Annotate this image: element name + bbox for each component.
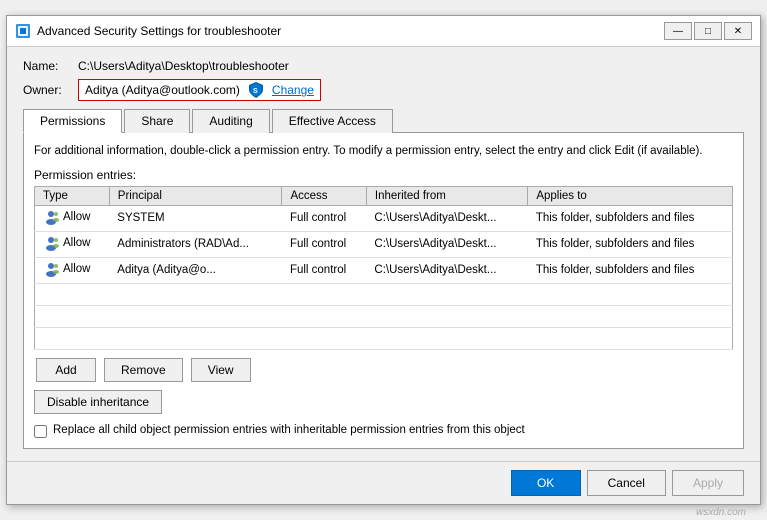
cell-principal: SYSTEM — [109, 205, 282, 231]
owner-label: Owner: — [23, 83, 78, 97]
col-applies-to: Applies to — [528, 186, 733, 205]
table-row[interactable]: Allow Aditya (Aditya@o...Full controlC:\… — [35, 257, 733, 283]
col-inherited-from: Inherited from — [366, 186, 527, 205]
maximize-button[interactable]: □ — [694, 22, 722, 40]
shield-icon: S — [248, 82, 264, 98]
info-text: For additional information, double-click… — [34, 143, 733, 159]
cell-principal: Aditya (Aditya@o... — [109, 257, 282, 283]
owner-value: Aditya (Aditya@outlook.com) — [85, 83, 240, 97]
main-window: Advanced Security Settings for troublesh… — [6, 15, 761, 504]
window-title: Advanced Security Settings for troublesh… — [37, 24, 664, 38]
name-row: Name: C:\Users\Aditya\Desktop\troublesho… — [23, 59, 744, 73]
action-buttons: Add Remove View — [34, 358, 733, 382]
svg-text:S: S — [253, 88, 258, 95]
cell-inherited-from: C:\Users\Aditya\Deskt... — [366, 205, 527, 231]
user-icon — [43, 261, 59, 277]
tab-auditing[interactable]: Auditing — [192, 109, 269, 133]
table-body: Allow SYSTEMFull controlC:\Users\Aditya\… — [35, 205, 733, 349]
owner-row: Owner: Aditya (Aditya@outlook.com) S Cha… — [23, 79, 744, 101]
cell-access: Full control — [282, 257, 366, 283]
view-button[interactable]: View — [191, 358, 251, 382]
cell-type: Allow — [35, 205, 110, 231]
entries-label: Permission entries: — [34, 168, 733, 182]
cell-type: Allow — [35, 257, 110, 283]
table-header: Type Principal Access Inherited from App… — [35, 186, 733, 205]
tab-bar: Permissions Share Auditing Effective Acc… — [23, 109, 744, 133]
tab-permissions[interactable]: Permissions — [23, 109, 122, 133]
titlebar: Advanced Security Settings for troublesh… — [7, 16, 760, 47]
cell-access: Full control — [282, 231, 366, 257]
name-label: Name: — [23, 59, 78, 73]
table-row[interactable]: Allow SYSTEMFull controlC:\Users\Aditya\… — [35, 205, 733, 231]
replace-checkbox[interactable] — [34, 425, 47, 438]
checkbox-label[interactable]: Replace all child object permission entr… — [53, 424, 525, 436]
checkbox-row: Replace all child object permission entr… — [34, 424, 733, 438]
window-controls: — □ ✕ — [664, 22, 752, 40]
cell-applies-to: This folder, subfolders and files — [528, 257, 733, 283]
cell-applies-to: This folder, subfolders and files — [528, 205, 733, 231]
tab-content: For additional information, double-click… — [23, 133, 744, 448]
table-row-empty — [35, 327, 733, 349]
user-icon — [43, 209, 59, 225]
add-button[interactable]: Add — [36, 358, 96, 382]
tab-share[interactable]: Share — [124, 109, 190, 133]
ok-button[interactable]: OK — [511, 470, 581, 496]
user-icon — [43, 235, 59, 251]
table-row-empty — [35, 305, 733, 327]
dialog-footer: OK Cancel Apply wsxdn.com — [7, 461, 760, 504]
tab-effective-access[interactable]: Effective Access — [272, 109, 393, 133]
col-access: Access — [282, 186, 366, 205]
window-icon — [15, 23, 31, 39]
remove-button[interactable]: Remove — [104, 358, 183, 382]
close-button[interactable]: ✕ — [724, 22, 752, 40]
col-type: Type — [35, 186, 110, 205]
minimize-button[interactable]: — — [664, 22, 692, 40]
cancel-button[interactable]: Cancel — [587, 470, 666, 496]
cell-inherited-from: C:\Users\Aditya\Deskt... — [366, 257, 527, 283]
cell-principal: Administrators (RAD\Ad... — [109, 231, 282, 257]
permissions-table: Type Principal Access Inherited from App… — [34, 186, 733, 350]
cell-inherited-from: C:\Users\Aditya\Deskt... — [366, 231, 527, 257]
table-row-empty — [35, 283, 733, 305]
change-link[interactable]: Change — [272, 83, 314, 97]
dialog-content: Name: C:\Users\Aditya\Desktop\troublesho… — [7, 47, 760, 460]
cell-type: Allow — [35, 231, 110, 257]
apply-button[interactable]: Apply — [672, 470, 744, 496]
table-row[interactable]: Allow Administrators (RAD\Ad...Full cont… — [35, 231, 733, 257]
cell-access: Full control — [282, 205, 366, 231]
owner-box: Aditya (Aditya@outlook.com) S Change — [78, 79, 321, 101]
name-value: C:\Users\Aditya\Desktop\troubleshooter — [78, 59, 289, 73]
cell-applies-to: This folder, subfolders and files — [528, 231, 733, 257]
col-principal: Principal — [109, 186, 282, 205]
disable-inheritance-button[interactable]: Disable inheritance — [34, 390, 162, 414]
watermark: wsxdn.com — [696, 507, 746, 518]
